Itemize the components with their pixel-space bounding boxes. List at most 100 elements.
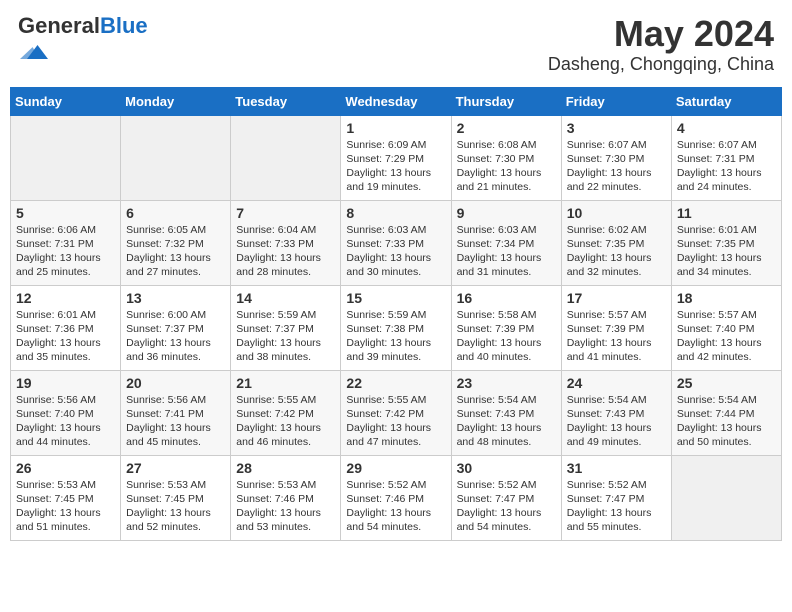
calendar-cell: 27 Sunrise: 5:53 AM Sunset: 7:45 PM Dayli…: [121, 455, 231, 540]
day-info: Sunrise: 5:54 AM Sunset: 7:44 PM Dayligh…: [677, 393, 776, 450]
calendar-cell: 4 Sunrise: 6:07 AM Sunset: 7:31 PM Daylig…: [671, 115, 781, 200]
calendar-cell: 18 Sunrise: 5:57 AM Sunset: 7:40 PM Dayli…: [671, 285, 781, 370]
calendar-cell: [671, 455, 781, 540]
calendar-cell: [11, 115, 121, 200]
calendar-week-4: 26 Sunrise: 5:53 AM Sunset: 7:45 PM Dayli…: [11, 455, 782, 540]
weekday-sunday: Sunday: [11, 87, 121, 115]
day-number: 13: [126, 290, 225, 306]
day-number: 18: [677, 290, 776, 306]
day-number: 17: [567, 290, 666, 306]
weekday-header-row: SundayMondayTuesdayWednesdayThursdayFrid…: [11, 87, 782, 115]
calendar-cell: 28 Sunrise: 5:53 AM Sunset: 7:46 PM Dayli…: [231, 455, 341, 540]
day-info: Sunrise: 5:59 AM Sunset: 7:38 PM Dayligh…: [346, 308, 445, 365]
calendar-cell: 5 Sunrise: 6:06 AM Sunset: 7:31 PM Daylig…: [11, 200, 121, 285]
day-info: Sunrise: 5:55 AM Sunset: 7:42 PM Dayligh…: [346, 393, 445, 450]
day-number: 30: [457, 460, 556, 476]
weekday-monday: Monday: [121, 87, 231, 115]
day-number: 15: [346, 290, 445, 306]
calendar-cell: 6 Sunrise: 6:05 AM Sunset: 7:32 PM Daylig…: [121, 200, 231, 285]
weekday-wednesday: Wednesday: [341, 87, 451, 115]
day-number: 14: [236, 290, 335, 306]
calendar-cell: 3Sunrise: 6:07 AM Sunset: 7:30 PM Daylig…: [561, 115, 671, 200]
day-number: 16: [457, 290, 556, 306]
calendar-cell: 21 Sunrise: 5:55 AM Sunset: 7:42 PM Dayli…: [231, 370, 341, 455]
calendar-week-2: 12Sunrise: 6:01 AM Sunset: 7:36 PM Dayli…: [11, 285, 782, 370]
day-info: Sunrise: 5:52 AM Sunset: 7:47 PM Dayligh…: [457, 478, 556, 535]
logo-blue: Blue: [100, 13, 148, 38]
calendar-cell: 22 Sunrise: 5:55 AM Sunset: 7:42 PM Dayli…: [341, 370, 451, 455]
calendar-table: SundayMondayTuesdayWednesdayThursdayFrid…: [10, 87, 782, 541]
day-number: 11: [677, 205, 776, 221]
calendar-cell: 8Sunrise: 6:03 AM Sunset: 7:33 PM Daylig…: [341, 200, 451, 285]
day-info: Sunrise: 6:04 AM Sunset: 7:33 PM Dayligh…: [236, 223, 335, 280]
calendar-cell: 20 Sunrise: 5:56 AM Sunset: 7:41 PM Dayli…: [121, 370, 231, 455]
day-info: Sunrise: 6:06 AM Sunset: 7:31 PM Dayligh…: [16, 223, 115, 280]
day-info: Sunrise: 5:57 AM Sunset: 7:39 PM Dayligh…: [567, 308, 666, 365]
calendar-cell: 9Sunrise: 6:03 AM Sunset: 7:34 PM Daylig…: [451, 200, 561, 285]
day-info: Sunrise: 6:07 AM Sunset: 7:30 PM Dayligh…: [567, 138, 666, 195]
calendar-cell: 16 Sunrise: 5:58 AM Sunset: 7:39 PM Dayli…: [451, 285, 561, 370]
day-number: 23: [457, 375, 556, 391]
day-info: Sunrise: 5:54 AM Sunset: 7:43 PM Dayligh…: [567, 393, 666, 450]
day-number: 8: [346, 205, 445, 221]
day-number: 4: [677, 120, 776, 136]
day-info: Sunrise: 6:08 AM Sunset: 7:30 PM Dayligh…: [457, 138, 556, 195]
day-number: 21: [236, 375, 335, 391]
day-info: Sunrise: 5:54 AM Sunset: 7:43 PM Dayligh…: [457, 393, 556, 450]
day-info: Sunrise: 6:01 AM Sunset: 7:35 PM Dayligh…: [677, 223, 776, 280]
title-area: May 2024 Dasheng, Chongqing, China: [548, 14, 774, 75]
calendar-cell: 17 Sunrise: 5:57 AM Sunset: 7:39 PM Dayli…: [561, 285, 671, 370]
day-number: 6: [126, 205, 225, 221]
day-info: Sunrise: 6:01 AM Sunset: 7:36 PM Dayligh…: [16, 308, 115, 365]
calendar-week-1: 5 Sunrise: 6:06 AM Sunset: 7:31 PM Daylig…: [11, 200, 782, 285]
day-number: 20: [126, 375, 225, 391]
day-info: Sunrise: 6:05 AM Sunset: 7:32 PM Dayligh…: [126, 223, 225, 280]
day-number: 26: [16, 460, 115, 476]
day-number: 1: [346, 120, 445, 136]
weekday-saturday: Saturday: [671, 87, 781, 115]
day-info: Sunrise: 5:59 AM Sunset: 7:37 PM Dayligh…: [236, 308, 335, 365]
day-info: Sunrise: 5:56 AM Sunset: 7:40 PM Dayligh…: [16, 393, 115, 450]
day-info: Sunrise: 5:53 AM Sunset: 7:45 PM Dayligh…: [126, 478, 225, 535]
day-info: Sunrise: 5:57 AM Sunset: 7:40 PM Dayligh…: [677, 308, 776, 365]
day-number: 28: [236, 460, 335, 476]
calendar-cell: 19 Sunrise: 5:56 AM Sunset: 7:40 PM Dayli…: [11, 370, 121, 455]
day-number: 5: [16, 205, 115, 221]
day-info: Sunrise: 5:52 AM Sunset: 7:47 PM Dayligh…: [567, 478, 666, 535]
weekday-tuesday: Tuesday: [231, 87, 341, 115]
day-info: Sunrise: 5:53 AM Sunset: 7:46 PM Dayligh…: [236, 478, 335, 535]
day-info: Sunrise: 6:07 AM Sunset: 7:31 PM Dayligh…: [677, 138, 776, 195]
calendar-cell: [121, 115, 231, 200]
logo-general: General: [18, 13, 100, 38]
logo-icon: [20, 38, 48, 66]
day-info: Sunrise: 6:03 AM Sunset: 7:34 PM Dayligh…: [457, 223, 556, 280]
location-title: Dasheng, Chongqing, China: [548, 54, 774, 75]
day-number: 2: [457, 120, 556, 136]
day-number: 27: [126, 460, 225, 476]
month-title: May 2024: [548, 14, 774, 54]
calendar-cell: 29Sunrise: 5:52 AM Sunset: 7:46 PM Dayli…: [341, 455, 451, 540]
day-info: Sunrise: 5:58 AM Sunset: 7:39 PM Dayligh…: [457, 308, 556, 365]
calendar-cell: 12Sunrise: 6:01 AM Sunset: 7:36 PM Dayli…: [11, 285, 121, 370]
calendar-cell: 30 Sunrise: 5:52 AM Sunset: 7:47 PM Dayli…: [451, 455, 561, 540]
calendar-cell: 2 Sunrise: 6:08 AM Sunset: 7:30 PM Daylig…: [451, 115, 561, 200]
day-number: 7: [236, 205, 335, 221]
calendar-cell: 31Sunrise: 5:52 AM Sunset: 7:47 PM Dayli…: [561, 455, 671, 540]
day-info: Sunrise: 6:02 AM Sunset: 7:35 PM Dayligh…: [567, 223, 666, 280]
calendar-body: 1 Sunrise: 6:09 AM Sunset: 7:29 PM Daylig…: [11, 115, 782, 540]
day-number: 10: [567, 205, 666, 221]
day-info: Sunrise: 6:09 AM Sunset: 7:29 PM Dayligh…: [346, 138, 445, 195]
day-number: 19: [16, 375, 115, 391]
calendar-cell: 7 Sunrise: 6:04 AM Sunset: 7:33 PM Daylig…: [231, 200, 341, 285]
calendar-cell: 11 Sunrise: 6:01 AM Sunset: 7:35 PM Dayli…: [671, 200, 781, 285]
day-number: 22: [346, 375, 445, 391]
weekday-thursday: Thursday: [451, 87, 561, 115]
day-info: Sunrise: 5:56 AM Sunset: 7:41 PM Dayligh…: [126, 393, 225, 450]
calendar-cell: 10 Sunrise: 6:02 AM Sunset: 7:35 PM Dayli…: [561, 200, 671, 285]
weekday-friday: Friday: [561, 87, 671, 115]
day-info: Sunrise: 5:55 AM Sunset: 7:42 PM Dayligh…: [236, 393, 335, 450]
calendar-cell: 15 Sunrise: 5:59 AM Sunset: 7:38 PM Dayli…: [341, 285, 451, 370]
calendar-cell: 24Sunrise: 5:54 AM Sunset: 7:43 PM Dayli…: [561, 370, 671, 455]
calendar-cell: 14 Sunrise: 5:59 AM Sunset: 7:37 PM Dayli…: [231, 285, 341, 370]
page-header: GeneralBlue May 2024 Dasheng, Chongqing,…: [10, 10, 782, 79]
